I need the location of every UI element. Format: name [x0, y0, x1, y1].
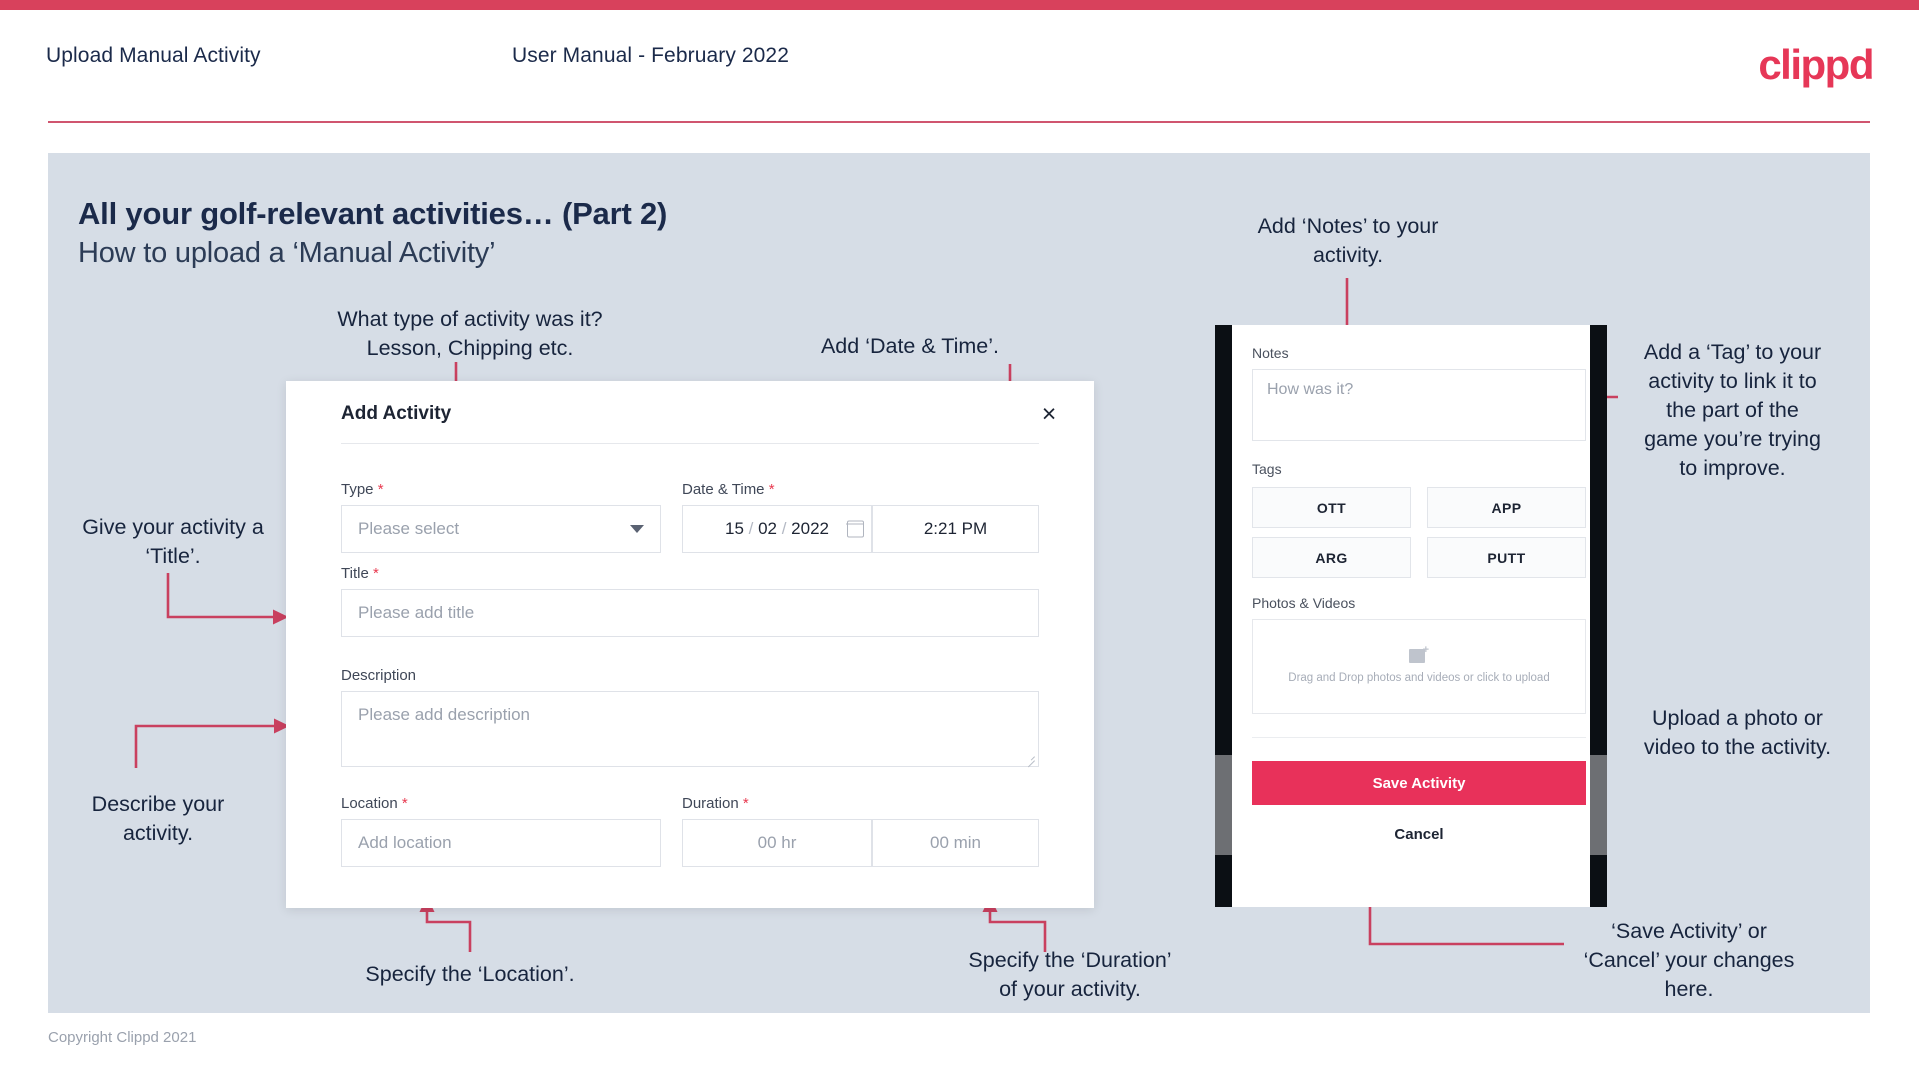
location-label: Location *: [341, 795, 408, 812]
datetime-label-text: Date & Time: [682, 481, 765, 498]
annotation-notes: Add ‘Notes’ to your activity.: [1257, 214, 1439, 267]
phone-bezel-right-top: [1590, 325, 1607, 755]
description-label: Description: [341, 667, 416, 684]
dialog-divider: [341, 443, 1039, 444]
header-divider: [48, 121, 1870, 123]
dialog-header: Add Activity ×: [286, 381, 1094, 443]
annotation-datetime: Add ‘Date & Time’.: [820, 334, 1000, 358]
chevron-down-icon[interactable]: [630, 525, 644, 533]
type-placeholder: Please select: [358, 519, 460, 538]
title-input[interactable]: Please add title: [341, 589, 1039, 637]
slide-page: Upload Manual Activity User Manual - Feb…: [0, 0, 1919, 1079]
date-month: 02: [758, 519, 777, 538]
top-accent-bar: [0, 0, 1919, 10]
location-placeholder: Add location: [358, 833, 452, 852]
resize-handle-icon[interactable]: [1026, 754, 1035, 763]
phone-bezel-left-mid: [1215, 755, 1232, 855]
phone-bezel-right-mid: [1590, 755, 1607, 855]
duration-label: Duration *: [682, 795, 749, 812]
date-value: 15 / 02 / 2022: [724, 519, 829, 538]
duration-hours-input[interactable]: 00 hr: [682, 819, 872, 867]
add-image-icon: +: [1409, 645, 1429, 664]
tag-arg[interactable]: ARG: [1252, 537, 1411, 578]
date-year: 2022: [791, 519, 829, 538]
notes-label: Notes: [1252, 345, 1289, 361]
date-input[interactable]: 15 / 02 / 2022: [682, 505, 872, 553]
tag-putt[interactable]: PUTT: [1427, 537, 1586, 578]
annotation-duration: Specify the ‘Duration’ of your activity.: [968, 948, 1172, 1001]
clippd-logo: clippd: [1758, 41, 1874, 88]
description-placeholder: Please add description: [358, 705, 531, 724]
save-activity-button[interactable]: Save Activity: [1252, 761, 1586, 805]
duration-hours-placeholder: 00 hr: [757, 833, 797, 852]
footer-copyright: Copyright Clippd 2021: [48, 1029, 197, 1046]
phone-divider: [1252, 737, 1586, 738]
phone-mockup: Notes How was it? Tags OTT APP ARG PUTT …: [1215, 325, 1607, 907]
annotation-title: Give your activity a ‘Title’.: [82, 515, 264, 568]
photo-dropzone[interactable]: + Drag and Drop photos and videos or cli…: [1252, 619, 1586, 714]
dropzone-text: Drag and Drop photos and videos or click…: [1288, 672, 1550, 684]
notes-input[interactable]: How was it?: [1252, 369, 1586, 441]
add-activity-dialog: Add Activity × Type * Please select Date…: [286, 381, 1094, 908]
annotation-save: ‘Save Activity’ or ‘Cancel’ your changes…: [1583, 919, 1795, 1001]
annotation-photos: Upload a photo or video to the activity.: [1643, 706, 1832, 759]
title-label-text: Title: [341, 565, 369, 582]
type-select[interactable]: Please select: [341, 505, 661, 553]
annotation-type: What type of activity was it? Lesson, Ch…: [337, 307, 603, 360]
location-required-mark: *: [401, 795, 408, 812]
tags-label: Tags: [1252, 461, 1282, 477]
header-subtitle: User Manual - February 2022: [512, 44, 789, 67]
tag-app[interactable]: APP: [1427, 487, 1586, 528]
phone-bezel-left-top: [1215, 325, 1232, 755]
type-label: Type *: [341, 481, 384, 498]
title-placeholder: Please add title: [358, 603, 475, 622]
location-label-text: Location: [341, 795, 398, 812]
tag-ott[interactable]: OTT: [1252, 487, 1411, 528]
time-value: 2:21 PM: [923, 519, 988, 538]
annotation-description: Describe your activity.: [91, 792, 225, 845]
slide-title: All your golf-relevant activities… (Part…: [78, 196, 668, 231]
datetime-label: Date & Time *: [682, 481, 775, 498]
slide-subtitle: How to upload a ‘Manual Activity’: [78, 237, 496, 269]
title-required-mark: *: [372, 565, 379, 582]
cancel-button[interactable]: Cancel: [1252, 820, 1586, 848]
description-label-text: Description: [341, 667, 417, 684]
close-icon[interactable]: ×: [1032, 397, 1066, 431]
duration-minutes-placeholder: 00 min: [929, 833, 982, 852]
time-input[interactable]: 2:21 PM: [872, 505, 1039, 553]
annotation-tags: Add a ‘Tag’ to your activity to link it …: [1643, 340, 1822, 480]
type-label-text: Type: [341, 481, 374, 498]
annotation-location: Specify the ‘Location’.: [365, 962, 575, 986]
date-day: 15: [724, 519, 744, 538]
phone-screen: Notes How was it? Tags OTT APP ARG PUTT …: [1232, 325, 1590, 907]
title-label: Title *: [341, 565, 379, 582]
duration-label-text: Duration: [682, 795, 739, 812]
datetime-required-mark: *: [768, 481, 775, 498]
location-input[interactable]: Add location: [341, 819, 661, 867]
description-textarea[interactable]: Please add description: [341, 691, 1039, 767]
phone-bezel-right-bottom: [1590, 855, 1607, 907]
duration-minutes-input[interactable]: 00 min: [872, 819, 1039, 867]
duration-required-mark: *: [742, 795, 749, 812]
type-required-mark: *: [377, 481, 384, 498]
page-title: Upload Manual Activity: [46, 44, 261, 67]
calendar-icon[interactable]: [846, 520, 864, 538]
phone-bezel-left-bottom: [1215, 855, 1232, 907]
photos-label: Photos & Videos: [1252, 595, 1356, 611]
dialog-title: Add Activity: [341, 403, 452, 424]
